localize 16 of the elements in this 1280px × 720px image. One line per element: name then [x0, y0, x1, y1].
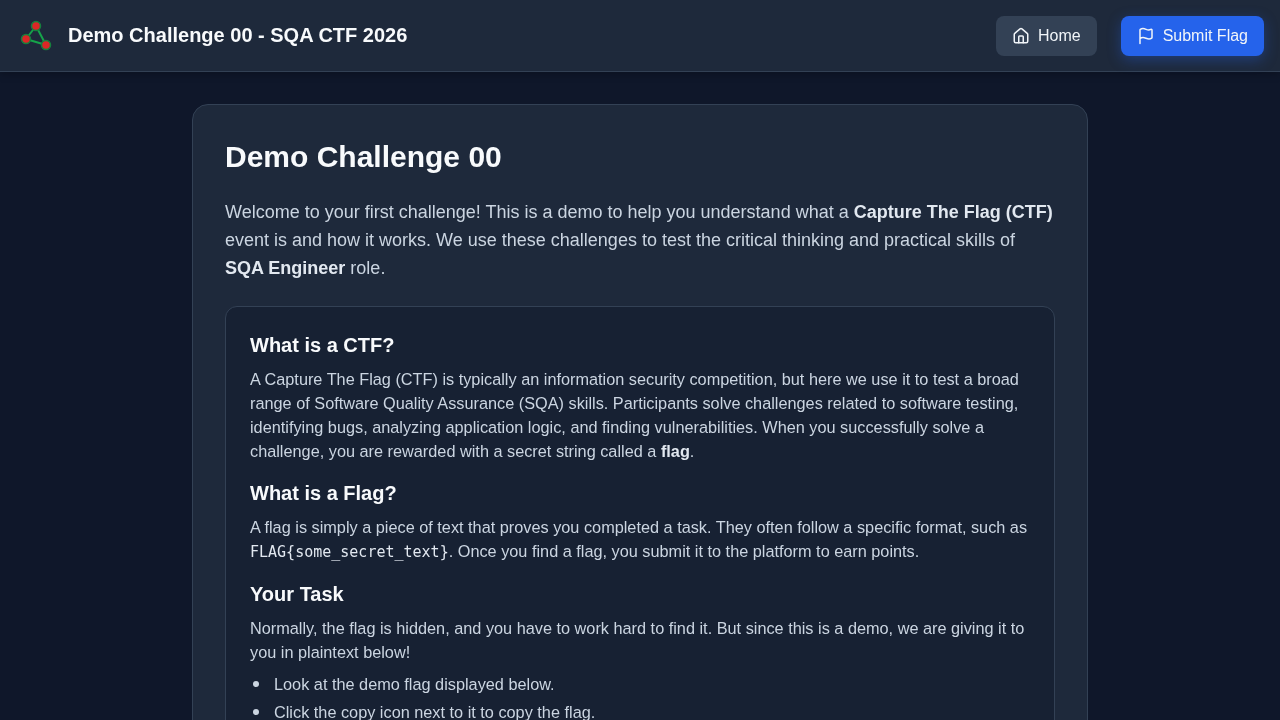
bullet-icon — [253, 709, 259, 715]
section-heading: What is a CTF? — [250, 333, 396, 358]
list-item-text: Look at the demo flag displayed below. — [274, 674, 555, 695]
section-heading: What is a Flag? — [250, 481, 398, 506]
challenge-title: Demo Challenge 00 — [225, 139, 503, 175]
bullet-icon — [253, 681, 259, 687]
section-paragraph: A flag is simply a piece of text that proves you completed a task. They often follow a specific format, such as FLAG{some_secret_text}. Once you find a flag, you submit it to the platform to earn points. — [250, 517, 1028, 563]
flag-icon — [1136, 26, 1155, 45]
intro-paragraph: Welcome to your first challenge! This is a demo to help you understand what a Capture The Flag (CTF) event is and how it works. We use these challenges to test the critical thinking and practical skills of SQA Engineer role. — [225, 201, 1054, 280]
section-paragraph: Normally, the flag is hidden, and you have to work hard to find it. But since this is a demo, we are giving it to you in plaintext below! — [250, 618, 1026, 663]
section-heading: Your Task — [250, 582, 345, 607]
section-paragraph: A Capture The Flag (CTF) is typically an information security competition, but here we use it to test a broad range of Software Quality Assurance (SQA) skills. Participants solve challenges related to software testing, identifying bugs, analyzing application logic, and finding vulnerabilities. When you successfully solve a challenge, you are rewarded with a secret string called a flag. — [250, 369, 1020, 462]
home-icon — [1011, 26, 1030, 45]
site-title: Demo Challenge 00 - SQA CTF 2026 — [68, 24, 408, 47]
submit-flag-button[interactable]: Submit Flag — [1120, 15, 1264, 56]
home-button[interactable]: Home — [995, 15, 1097, 56]
